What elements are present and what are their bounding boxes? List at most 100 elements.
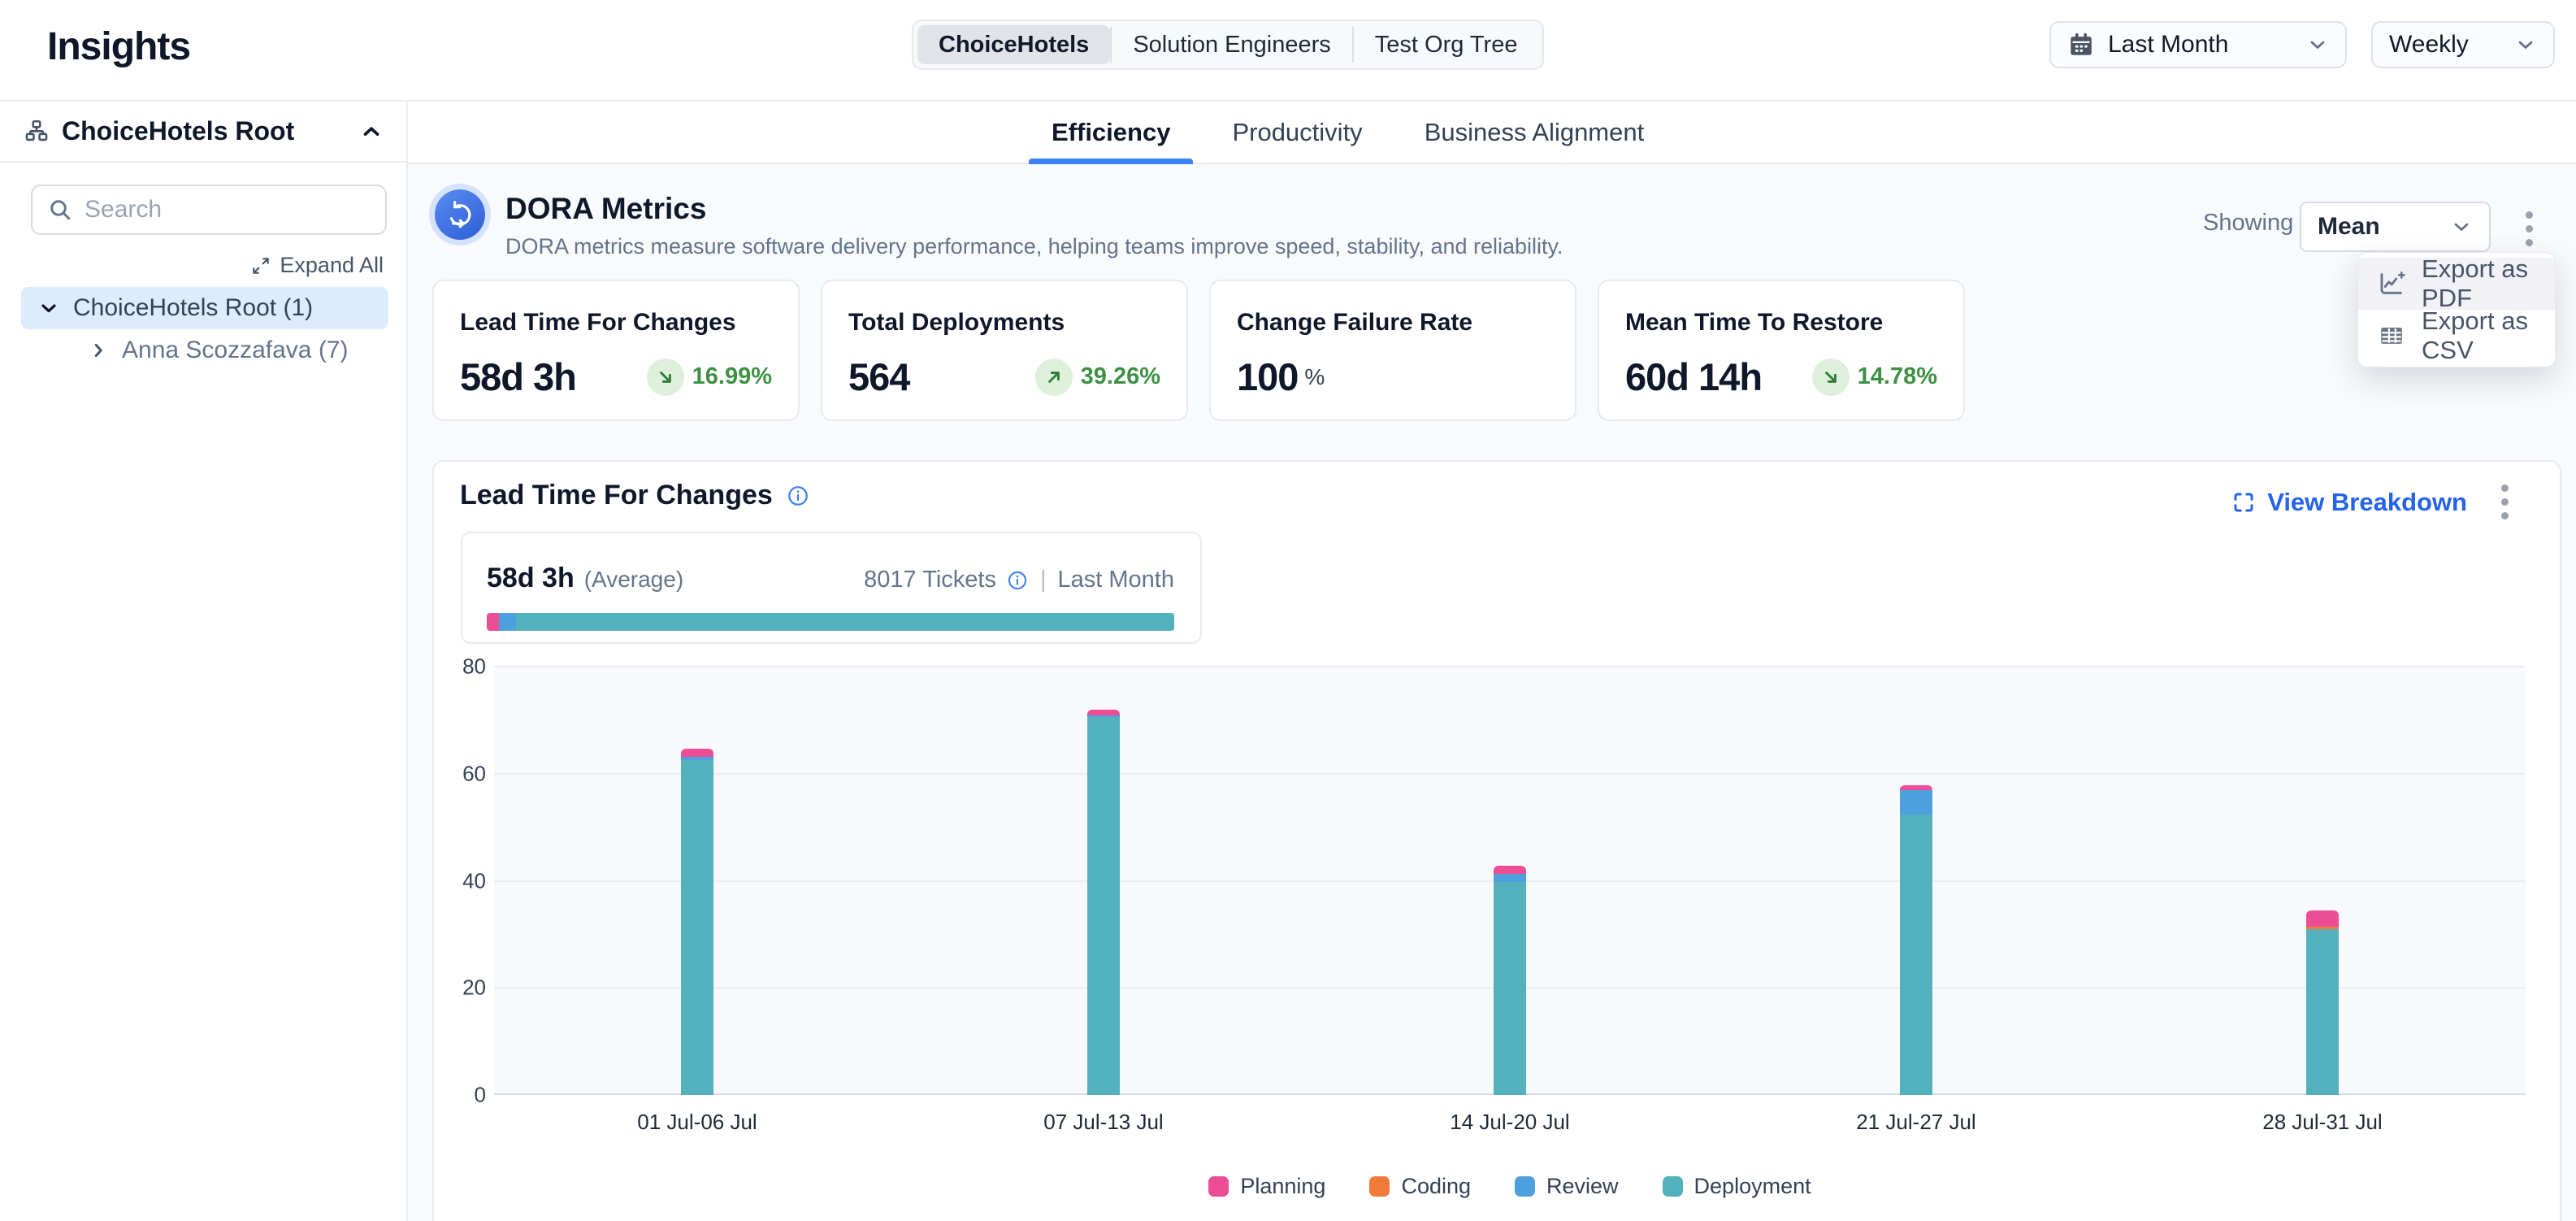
view-breakdown-label: View Breakdown [2267,488,2467,517]
legend-label: Planning [1240,1174,1325,1199]
granularity-dropdown[interactable]: Weekly [2371,21,2555,68]
top-header: Insights ChoiceHotels Solution Engineers… [0,0,2576,102]
legend-item-planning[interactable]: Planning [1208,1174,1325,1199]
trend-badge: 16.99% [647,358,772,396]
separator: | [1040,567,1047,593]
x-tick-label: 14 Jul-20 Jul [1364,1110,1656,1135]
tab-business-alignment[interactable]: Business Alignment [1420,102,1650,163]
summary-period: Last Month [1058,567,1174,593]
info-icon[interactable] [786,484,810,508]
bar-segment-review [1900,790,1932,815]
card-value: 100 [1237,354,1298,399]
tab-efficiency[interactable]: Efficiency [1047,102,1175,163]
phase-segment-deployment [516,613,1174,631]
legend-item-review[interactable]: Review [1515,1174,1619,1199]
search-box [31,185,387,235]
insights-page: Insights ChoiceHotels Solution Engineers… [0,0,2576,1221]
date-range-dropdown[interactable]: Last Month [2049,21,2347,68]
legend-label: Deployment [1694,1174,1811,1199]
org-tab-test-org-tree[interactable]: Test Org Tree [1354,25,1539,64]
bar-01-jul-06-jul[interactable] [681,749,713,1095]
org-tree-sidebar: ChoiceHotels Root Expand All ChoiceHotel… [0,102,408,1221]
y-tick-label: 20 [440,975,486,1001]
card-title: Mean Time To Restore [1625,309,1937,337]
tab-productivity[interactable]: Productivity [1227,102,1367,163]
bar-segment-deployment [1494,882,1526,1095]
card-value: 60d 14h [1625,354,1762,399]
dora-metrics-icon [429,184,491,246]
bar-segment-review [1494,874,1526,883]
card-title: Change Failure Rate [1237,309,1549,337]
tree-item-root[interactable]: ChoiceHotels Root (1) [21,287,388,329]
card-lead-time-for-changes: Lead Time For Changes 58d 3h 16.99% [432,280,800,421]
export-pdf-label: Export as PDF [2422,254,2535,313]
metric-cards-row: Lead Time For Changes 58d 3h 16.99% Tota… [432,280,1965,421]
expand-all-button[interactable]: Expand All [250,253,384,278]
card-title: Total Deployments [848,309,1160,337]
aggregation-value: Mean [2318,213,2380,241]
trend-down-icon [647,358,684,396]
y-tick-label: 0 [440,1083,486,1108]
trend-percent: 39.26% [1081,363,1160,390]
collapse-sidebar-icon[interactable] [359,119,384,144]
gridline [494,666,2526,667]
x-tick-label: 01 Jul-06 Jul [551,1110,843,1135]
export-pdf-menu-item[interactable]: Export as PDF [2358,258,2555,310]
bar-segment-planning [1494,866,1526,874]
y-tick-label: 60 [440,761,486,786]
export-menu: Export as PDF Export as CSV [2357,252,2556,367]
bar-14-jul-20-jul[interactable] [1494,866,1526,1095]
bar-28-jul-31-jul[interactable] [2306,910,2339,1095]
trend-percent: 16.99% [692,363,772,390]
bar-segment-deployment [1087,717,1120,1095]
info-icon[interactable] [1006,569,1029,592]
calendar-icon [2067,31,2095,59]
average-value: 58d 3h [487,563,575,594]
search-input[interactable] [85,196,371,224]
summary-card: 58d 3h (Average) 8017 Tickets | Last Mon… [461,532,1202,644]
view-breakdown-button[interactable]: View Breakdown [2231,488,2467,517]
chevron-down-icon[interactable] [37,297,60,319]
card-title: Lead Time For Changes [460,309,772,337]
bar-21-jul-27-jul[interactable] [1900,785,1932,1095]
tree-item-anna[interactable]: Anna Scozzafava (7) [72,329,388,372]
lead-time-section-card: Lead Time For Changes View Breakdown 58d… [432,460,2561,1221]
section-title: Lead Time For Changes [460,480,773,511]
lead-time-bar-chart [494,667,2526,1095]
dora-more-options-button[interactable] [2513,206,2545,251]
metric-tabs-row: Efficiency Productivity Business Alignme… [408,102,2576,164]
x-tick-label: 21 Jul-27 Jul [1770,1110,2062,1135]
granularity-value: Weekly [2389,31,2469,59]
card-change-failure-rate: Change Failure Rate 100 % [1209,280,1576,421]
legend-swatch [1208,1176,1229,1197]
aggregation-dropdown[interactable]: Mean [2300,202,2491,252]
trend-badge: 39.26% [1035,358,1160,396]
trend-up-icon [1035,358,1073,396]
expand-all-label: Expand All [280,253,384,278]
x-tick-label: 28 Jul-31 Jul [2176,1110,2469,1135]
legend-item-deployment[interactable]: Deployment [1663,1174,1811,1199]
bar-07-jul-13-jul[interactable] [1087,710,1120,1095]
org-tree: ChoiceHotels Root (1) Anna Scozzafava (7… [21,287,388,372]
legend-item-coding[interactable]: Coding [1369,1174,1471,1199]
average-qualifier: (Average) [584,567,683,593]
card-unit: % [1304,364,1325,390]
section-more-options-button[interactable] [2488,480,2521,524]
y-tick-label: 40 [440,868,486,893]
search-icon [47,197,73,223]
bar-segment-planning [2306,910,2339,927]
tree-item-label: Anna Scozzafava (7) [122,337,348,364]
chevron-down-icon [2514,33,2537,56]
tree-item-label: ChoiceHotels Root (1) [73,294,313,322]
legend-label: Coding [1401,1174,1471,1199]
bar-segment-planning [1087,710,1120,715]
org-tab-solution-engineers[interactable]: Solution Engineers [1112,25,1351,64]
legend-label: Review [1546,1174,1619,1199]
org-tab-choicehotels[interactable]: ChoiceHotels [917,25,1110,64]
expand-diagonal-icon [250,255,271,276]
phase-segment-planning [487,613,499,631]
chevron-right-icon[interactable] [88,340,109,361]
trend-down-icon [1812,358,1850,396]
export-csv-menu-item[interactable]: Export as CSV [2358,310,2555,362]
trend-badge: 14.78% [1812,358,1937,396]
